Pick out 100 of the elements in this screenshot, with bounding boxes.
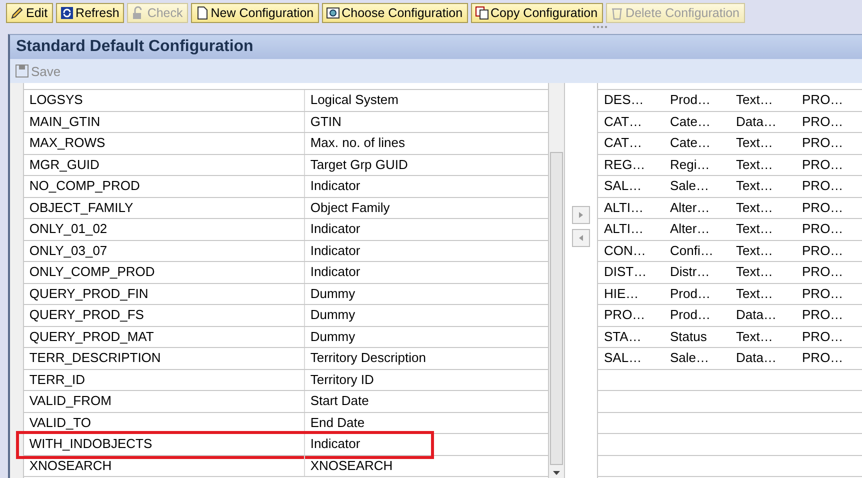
table-cell-text: Text… — [735, 220, 774, 238]
table-cell-text: Text… — [735, 156, 774, 174]
table-cell-text: QUERY_PROD_FIN — [28, 284, 150, 303]
table-cell-text: Prod… — [669, 91, 712, 109]
table-cell: Indicator — [304, 176, 548, 196]
table-cell-text: HIE… — [603, 284, 640, 302]
table-cell-text: Text… — [735, 263, 774, 281]
table-cell: Dummy — [304, 284, 548, 304]
table-cell-text: Text… — [735, 284, 774, 302]
copy-icon — [474, 6, 489, 20]
table-cell-text: ALTI… — [603, 198, 645, 216]
refresh-icon — [60, 6, 74, 20]
table-cell-text: TERR_DESCRIPTION — [28, 349, 162, 367]
toolbar-button[interactable]: Copy Configuration — [470, 3, 603, 23]
table-cell-text: Data… — [735, 306, 778, 324]
table-cell-text: PRO… — [801, 263, 844, 281]
table-cell-text: ONLY_01_02 — [28, 220, 108, 238]
toolbar-button[interactable]: New Configuration — [190, 3, 319, 23]
page-icon — [194, 6, 209, 20]
table-cell-text: PRO… — [801, 156, 844, 174]
right-arrow-icon — [576, 211, 585, 219]
table-cell-text: ALTI… — [603, 220, 645, 238]
table-cell: Indicator — [304, 240, 548, 261]
scrollbar-thumb[interactable] — [550, 152, 563, 465]
trash-icon — [610, 6, 624, 20]
table-cell-text: NO_COMP_PROD — [28, 177, 141, 195]
table-cell-text: Text… — [735, 242, 774, 260]
table-cell-text: DIST… — [603, 263, 648, 281]
table-cell-text: PRO… — [801, 349, 844, 367]
table-cell-text: TERR_ID — [28, 370, 86, 389]
table-cell-text: Text… — [735, 198, 774, 216]
table-cell-text: PRO… — [603, 306, 646, 324]
toolbar-button[interactable]: Choose Configuration — [322, 3, 468, 23]
table-cell-text: QUERY_PROD_FS — [28, 306, 145, 324]
table-cell: Indicator — [304, 219, 548, 240]
table-cell: Indicator — [304, 262, 548, 282]
table-cell-text: PRO… — [801, 112, 844, 130]
table-cell: Dummy — [304, 326, 548, 347]
table-cell-text: PRO… — [801, 91, 844, 109]
table-cell-text: ONLY_03_07 — [28, 242, 108, 260]
table-cell-text: CAT… — [603, 112, 644, 130]
table-cell-text: Distr… — [669, 263, 711, 281]
table-cell: GTIN — [304, 112, 548, 132]
table-cell-text: Prod… — [669, 284, 712, 302]
table-cell-text: Status — [669, 328, 708, 346]
table-cell-text: PRO… — [801, 328, 844, 346]
table-cell-text: Cate… — [669, 112, 712, 130]
table-cell-text: Text… — [735, 91, 774, 109]
table-cell-text: PRO… — [801, 284, 844, 302]
move-right-button[interactable] — [572, 206, 590, 224]
table-cell-text: CON… — [603, 242, 647, 260]
table-cell-text: ONLY_COMP_PROD — [28, 263, 156, 281]
table-cell-text: Text… — [735, 177, 774, 195]
table-cell-text: PRO… — [801, 306, 844, 324]
table-cell: Target Grp GUID — [304, 154, 548, 175]
table-cell: XNOSEARCH — [304, 456, 548, 476]
table-cell-text: Alter… — [669, 198, 711, 216]
table-cell-text: Text… — [735, 134, 774, 152]
table-cell-text: Alter… — [669, 220, 711, 238]
scrollbar[interactable] — [549, 83, 565, 478]
table-cell-text: Sale… — [669, 349, 710, 367]
table-cell-text: MGR_GUID — [28, 156, 100, 174]
table-cell-text: Sale… — [669, 177, 710, 195]
splitter-handle[interactable] — [593, 26, 609, 29]
table-cell-text: REG… — [603, 156, 646, 174]
table-cell-text: Data… — [735, 112, 778, 130]
table-cell: Territory Description — [304, 348, 548, 368]
table-cell-text: PRO… — [801, 134, 844, 152]
table-cell-text: PRO… — [801, 198, 844, 216]
panel-title: Standard Default Configuration — [10, 35, 862, 59]
table-cell-text: VALID_TO — [28, 414, 92, 432]
table-cell-text: PRO… — [801, 177, 844, 195]
table-cell-text: PRO… — [801, 242, 844, 260]
table-cell: Object Family — [304, 198, 548, 218]
table-cell: Indicator — [304, 434, 548, 454]
table-cell-text: MAIN_GTIN — [28, 112, 102, 131]
table-cell-text: LOGSYS — [28, 91, 84, 109]
table-cell: Logical System — [304, 90, 548, 110]
table-cell-text: XNOSEARCH — [28, 456, 113, 474]
table-cell-text: PRO… — [801, 220, 844, 238]
table-cell-text: WITH_INDOBJECTS — [28, 435, 154, 453]
table-cell-text: MAX_ROWS — [28, 134, 106, 152]
table-cell-text: SAL… — [603, 349, 643, 367]
table-cell: Dummy — [304, 305, 548, 326]
table-cell: Start Date — [304, 391, 548, 412]
table-cell-text: Confi… — [669, 242, 714, 260]
toolbar-button[interactable]: Refresh — [56, 3, 124, 23]
table-cell-text: QUERY_PROD_MAT — [28, 328, 155, 346]
left-arrow-icon — [576, 234, 585, 242]
table-cell-text: Text… — [735, 328, 774, 346]
table-cell-text: Cate… — [669, 134, 712, 152]
table-cell: Territory ID — [304, 370, 548, 390]
pencil-icon — [10, 6, 24, 20]
toolbar-button[interactable]: Edit — [6, 3, 53, 23]
table-cell: End Date — [304, 412, 548, 433]
move-left-button[interactable] — [572, 229, 590, 247]
table-cell-text: CAT… — [603, 134, 644, 152]
table-cell-text: STA… — [603, 328, 642, 346]
table-cell-text: Data… — [735, 349, 778, 367]
table-cell-text: Prod… — [669, 306, 712, 324]
